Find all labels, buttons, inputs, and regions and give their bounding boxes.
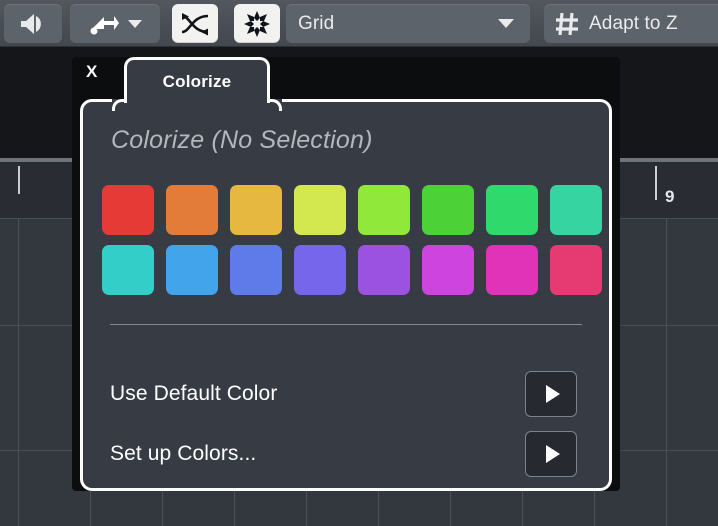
color-swatch-grid xyxy=(96,180,608,300)
swatch-royal-blue[interactable] xyxy=(230,245,282,295)
swatch-cell xyxy=(160,240,224,300)
snap-asterisk-icon xyxy=(244,10,270,37)
swatch-cell xyxy=(96,240,160,300)
swatch-cyan[interactable] xyxy=(102,245,154,295)
use-default-color-arrow-button[interactable] xyxy=(525,371,577,417)
main-toolbar: Grid Adapt to Z xyxy=(0,0,718,47)
tab-notch-right xyxy=(270,99,282,113)
swatch-red[interactable] xyxy=(102,185,154,235)
use-default-color-label: Use Default Color xyxy=(110,382,278,405)
swatch-cell xyxy=(352,180,416,240)
swatch-green[interactable] xyxy=(422,185,474,235)
logic-pro-window: 9 Grid Adapt to Z X Colorize Colorize (N… xyxy=(0,0,718,526)
grid-dropdown[interactable]: Grid xyxy=(286,4,530,43)
swatch-magenta[interactable] xyxy=(422,245,474,295)
swatch-cell xyxy=(288,180,352,240)
swatch-cell xyxy=(416,180,480,240)
swatch-cell xyxy=(480,240,544,300)
drag-arrow-icon xyxy=(88,12,120,36)
drag-mode-button[interactable] xyxy=(70,4,160,43)
use-default-color-row[interactable]: Use Default Color xyxy=(83,364,609,424)
set-up-colors-label: Set up Colors... xyxy=(110,442,257,465)
swatch-cell xyxy=(352,240,416,300)
crossfade-button[interactable] xyxy=(172,4,218,43)
swatch-cell xyxy=(96,180,160,240)
swatch-orange[interactable] xyxy=(166,185,218,235)
swatch-blue[interactable] xyxy=(166,245,218,295)
adapt-to-zoom-label: Adapt to Z xyxy=(589,12,678,34)
close-icon[interactable]: X xyxy=(86,62,97,82)
swatch-emerald[interactable] xyxy=(486,185,538,235)
speaker-icon xyxy=(18,12,48,36)
tab-colorize[interactable]: Colorize xyxy=(124,57,270,103)
grid-line xyxy=(18,218,19,526)
chevron-down-icon xyxy=(498,19,514,28)
tab-notch-left xyxy=(112,99,124,113)
swatch-lime[interactable] xyxy=(358,185,410,235)
swatch-cell xyxy=(480,180,544,240)
swatch-cell xyxy=(544,240,608,300)
grid-dropdown-label: Grid xyxy=(298,12,335,34)
set-up-colors-arrow-button[interactable] xyxy=(525,431,577,477)
adapt-to-zoom-button[interactable]: Adapt to Z xyxy=(544,4,718,43)
crossfade-icon xyxy=(180,12,210,36)
chevron-down-icon xyxy=(128,19,142,28)
swatch-cell xyxy=(416,240,480,300)
colorize-popup: Colorize (No Selection) Use Default Colo… xyxy=(80,99,612,491)
swatch-spring-teal[interactable] xyxy=(550,185,602,235)
play-triangle-icon xyxy=(545,385,560,403)
popup-title: Colorize (No Selection) xyxy=(111,126,373,154)
swatch-cell xyxy=(160,180,224,240)
set-up-colors-row[interactable]: Set up Colors... xyxy=(83,424,609,484)
swatch-cell xyxy=(224,240,288,300)
swatch-purple[interactable] xyxy=(358,245,410,295)
snap-button[interactable] xyxy=(234,4,280,43)
playhead-marker-right xyxy=(655,166,657,200)
swatch-yellow-green[interactable] xyxy=(294,185,346,235)
swatch-rose[interactable] xyxy=(550,245,602,295)
swatch-gold[interactable] xyxy=(230,185,282,235)
swatch-pink[interactable] xyxy=(486,245,538,295)
ruler-bar-number: 9 xyxy=(665,187,675,206)
solo-speaker-button[interactable] xyxy=(4,4,62,43)
popup-divider xyxy=(110,324,582,325)
swatch-cell xyxy=(288,240,352,300)
tab-colorize-label: Colorize xyxy=(162,71,232,91)
play-triangle-icon xyxy=(545,445,560,463)
hash-icon xyxy=(554,11,580,37)
swatch-indigo[interactable] xyxy=(294,245,346,295)
swatch-cell xyxy=(544,180,608,240)
swatch-cell xyxy=(224,180,288,240)
grid-line xyxy=(666,218,667,526)
playhead-marker-left xyxy=(18,166,20,194)
